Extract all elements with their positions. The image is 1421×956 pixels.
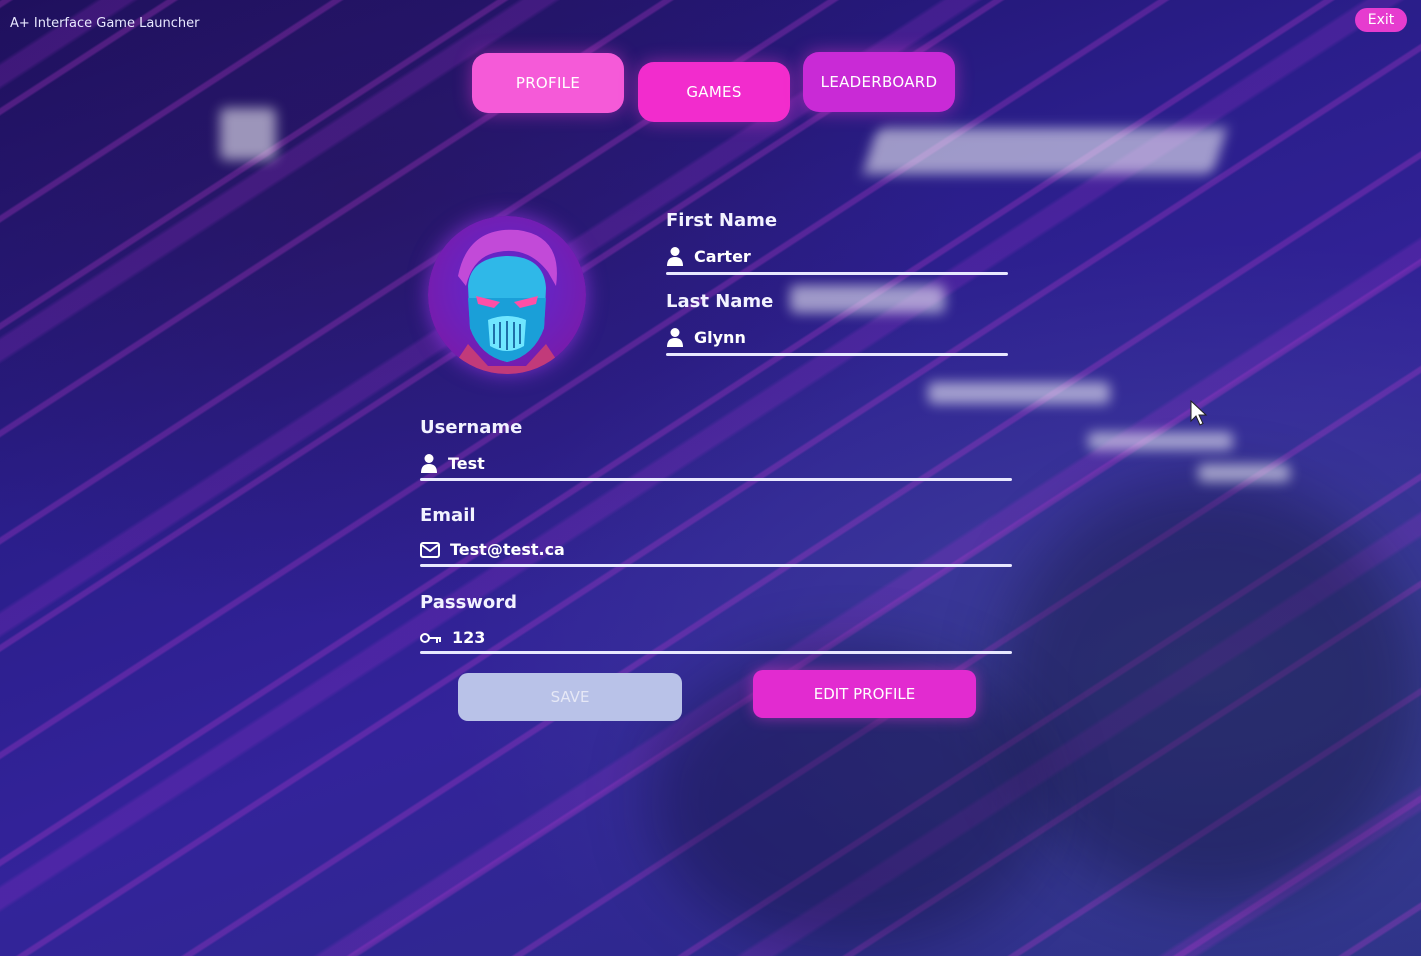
last-name-underline: [666, 353, 1008, 356]
screen-glare: [862, 128, 1228, 174]
mouse-cursor-icon: [1190, 400, 1208, 426]
screen-glare: [790, 285, 945, 313]
screen-glare: [928, 382, 1110, 404]
window-title: A+ Interface Game Launcher: [10, 16, 200, 31]
save-button[interactable]: SAVE: [458, 673, 682, 721]
avatar-illustration: [428, 216, 586, 374]
password-label: Password: [420, 592, 518, 613]
password-field[interactable]: 123: [420, 628, 485, 647]
key-icon: [420, 632, 441, 643]
screen-glare: [220, 108, 276, 160]
username-underline: [420, 478, 1012, 481]
user-icon: [667, 247, 683, 266]
password-value: 123: [452, 628, 486, 647]
first-name-label: First Name: [666, 210, 778, 231]
email-underline: [420, 564, 1012, 567]
exit-button[interactable]: Exit: [1355, 8, 1407, 32]
avatar[interactable]: [428, 216, 586, 374]
last-name-value: Glynn: [694, 327, 746, 347]
password-underline: [420, 651, 1012, 654]
email-label: Email: [420, 505, 476, 526]
user-icon: [667, 328, 683, 347]
tab-games[interactable]: GAMES: [638, 62, 790, 122]
email-field[interactable]: Test@test.ca: [420, 540, 565, 559]
last-name-field[interactable]: Glynn: [666, 327, 746, 347]
username-value: Test: [448, 453, 485, 473]
tab-leaderboard[interactable]: LEADERBOARD: [803, 52, 955, 112]
first-name-value: Carter: [694, 246, 751, 266]
username-field[interactable]: Test: [420, 453, 485, 473]
user-icon: [421, 454, 437, 473]
reflection-shadow: [1000, 480, 1420, 900]
email-value: Test@test.ca: [450, 540, 565, 559]
first-name-underline: [666, 272, 1008, 275]
mail-icon: [420, 541, 440, 558]
username-label: Username: [420, 417, 523, 438]
screen-glare: [1198, 464, 1290, 482]
edit-profile-button[interactable]: EDIT PROFILE: [753, 670, 976, 718]
last-name-label: Last Name: [666, 291, 774, 312]
first-name-field[interactable]: Carter: [666, 246, 751, 266]
screen-glare: [1088, 432, 1233, 450]
tab-profile[interactable]: PROFILE: [472, 53, 624, 113]
